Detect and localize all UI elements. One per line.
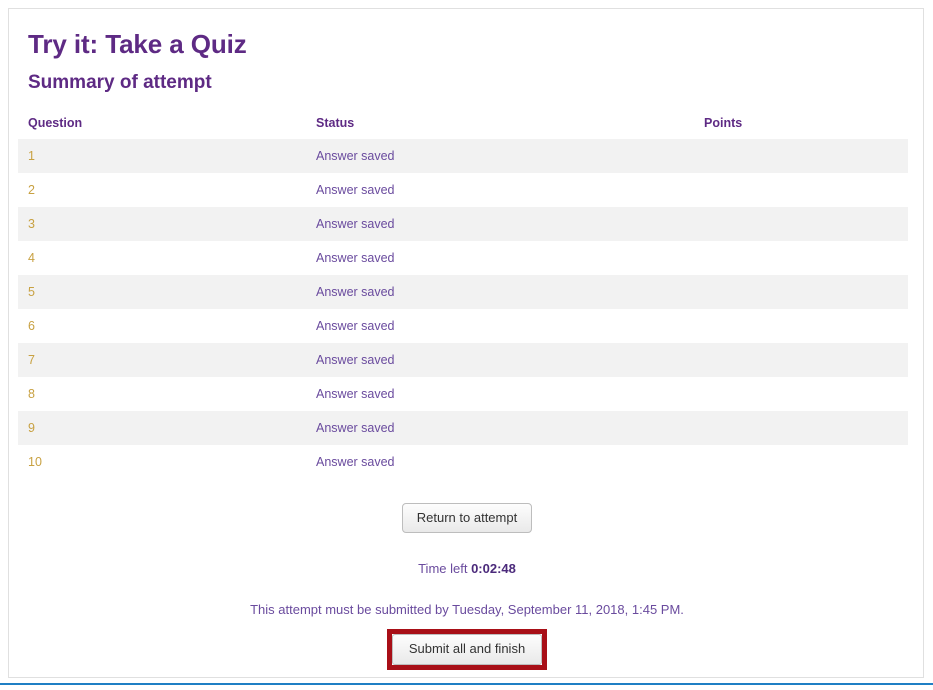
status-text: Answer saved [316, 250, 395, 265]
attempt-summary-table: Question Status Points 1 Answer saved 2 Ans… [18, 111, 908, 479]
cell-question: 9 [18, 410, 306, 445]
table-row: 1 Answer saved [18, 138, 908, 173]
table-body: 1 Answer saved 2 Answer saved 3 Answer saved 4… [18, 138, 908, 479]
cell-question: 3 [18, 206, 306, 241]
status-text: Answer saved [316, 284, 395, 299]
table-header-row: Question Status Points [18, 111, 908, 139]
cell-points [694, 240, 908, 275]
status-text: Answer saved [316, 420, 395, 435]
cell-question: 6 [18, 308, 306, 343]
time-left: Time left 0:02:48 [18, 561, 916, 576]
cell-points [694, 172, 908, 207]
table-row: 3 Answer saved [18, 206, 908, 241]
cell-points [694, 206, 908, 241]
question-number-link[interactable]: 9 [28, 421, 35, 435]
status-text: Answer saved [316, 318, 395, 333]
cell-status: Answer saved [306, 206, 694, 241]
page-title: Try it: Take a Quiz [28, 29, 247, 59]
table-row: 6 Answer saved [18, 308, 908, 343]
section-title: Summary of attempt [28, 71, 212, 93]
cell-status: Answer saved [306, 444, 694, 479]
table-row: 8 Answer saved [18, 376, 908, 411]
attempt-footer: Return to attempt Time left 0:02:48 This… [18, 502, 916, 670]
question-number-link[interactable]: 6 [28, 319, 35, 333]
table-row: 7 Answer saved [18, 342, 908, 377]
question-number-link[interactable]: 8 [28, 387, 35, 401]
question-number-link[interactable]: 4 [28, 251, 35, 265]
cell-question: 2 [18, 172, 306, 207]
cell-question: 8 [18, 376, 306, 411]
cell-points [694, 308, 908, 343]
submit-all-and-finish-button[interactable]: Submit all and finish [391, 634, 543, 665]
cell-status: Answer saved [306, 172, 694, 207]
cell-points [694, 444, 908, 479]
question-number-link[interactable]: 7 [28, 353, 35, 367]
cell-question: 1 [18, 138, 306, 173]
return-to-attempt-button[interactable]: Return to attempt [401, 502, 533, 534]
screenshot-frame: Try it: Take a Quiz Summary of attempt Q… [0, 0, 933, 690]
time-left-label: Time left [418, 561, 468, 577]
question-number-link[interactable]: 10 [28, 455, 42, 469]
question-number-link[interactable]: 1 [28, 149, 35, 163]
cell-question: 7 [18, 342, 306, 377]
status-text: Answer saved [316, 148, 395, 163]
quiz-summary-page: Try it: Take a Quiz Summary of attempt Q… [18, 20, 916, 670]
cell-points [694, 376, 908, 411]
column-header-points: Points [694, 111, 908, 139]
table-row: 10 Answer saved [18, 444, 908, 479]
cell-points [694, 274, 908, 309]
status-text: Answer saved [316, 386, 395, 401]
status-text: Answer saved [316, 352, 395, 367]
column-header-status: Status [306, 111, 694, 139]
question-number-link[interactable]: 5 [28, 285, 35, 299]
cell-points [694, 342, 908, 377]
question-number-link[interactable]: 2 [28, 183, 35, 197]
cell-status: Answer saved [306, 376, 694, 411]
table-row: 9 Answer saved [18, 410, 908, 445]
cell-status: Answer saved [306, 410, 694, 445]
table-header: Question Status Points [18, 111, 908, 139]
bottom-blue-rule [0, 683, 933, 685]
table-row: 4 Answer saved [18, 240, 908, 275]
table-row: 2 Answer saved [18, 172, 908, 207]
cell-question: 5 [18, 274, 306, 309]
status-text: Answer saved [316, 454, 395, 469]
cell-points [694, 410, 908, 445]
cell-status: Answer saved [306, 308, 694, 343]
cell-status: Answer saved [306, 274, 694, 309]
cell-status: Answer saved [306, 138, 694, 173]
submit-highlight-box: Submit all and finish [386, 629, 548, 670]
cell-status: Answer saved [306, 342, 694, 377]
question-number-link[interactable]: 3 [28, 217, 35, 231]
column-header-question: Question [18, 111, 306, 139]
cell-status: Answer saved [306, 240, 694, 275]
status-text: Answer saved [316, 182, 395, 197]
cell-question: 10 [18, 444, 306, 479]
status-text: Answer saved [316, 216, 395, 231]
cell-question: 4 [18, 240, 306, 275]
cell-points [694, 138, 908, 173]
time-left-value: 0:02:48 [471, 561, 516, 577]
table-row: 5 Answer saved [18, 274, 908, 309]
deadline-text: This attempt must be submitted by Tuesda… [250, 602, 684, 618]
